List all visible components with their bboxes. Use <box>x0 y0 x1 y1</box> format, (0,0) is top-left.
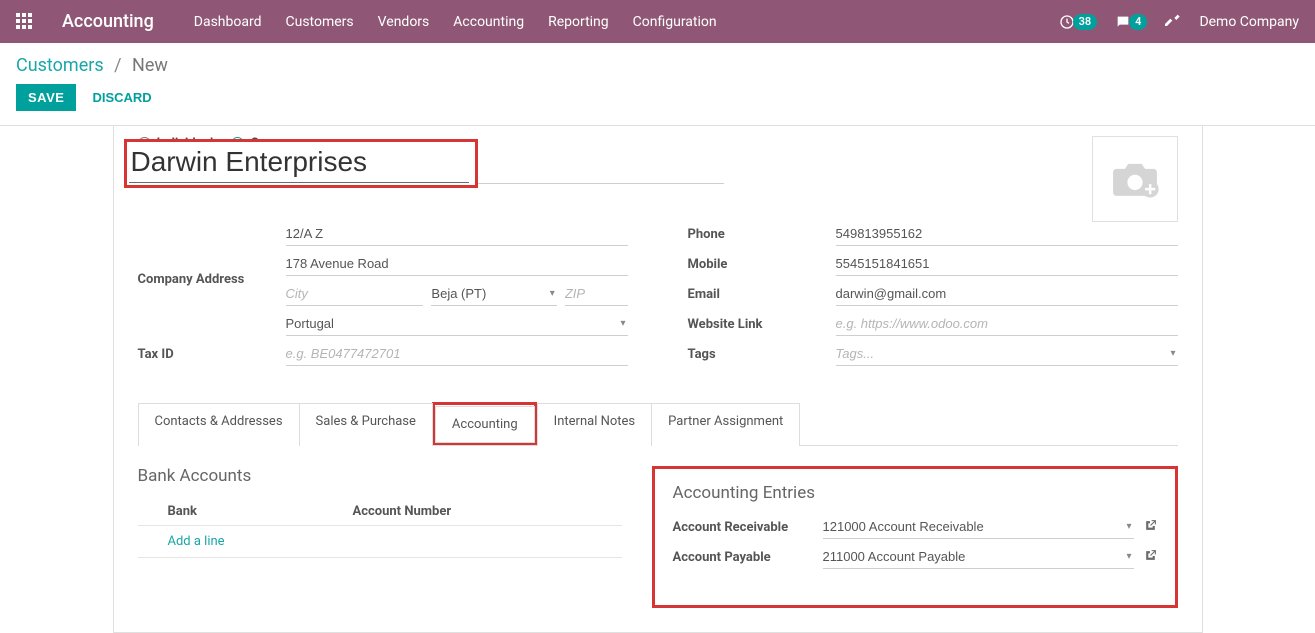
accounting-entries-title: Accounting Entries <box>673 483 1157 503</box>
zip-input[interactable] <box>565 282 628 306</box>
city-input[interactable] <box>286 282 424 306</box>
company-address-label: Company Address <box>138 272 286 287</box>
apps-icon[interactable] <box>16 13 34 31</box>
bank-col-account-number: Account Number <box>353 504 452 519</box>
name-input[interactable] <box>129 142 469 183</box>
account-payable-label: Account Payable <box>673 550 823 565</box>
account-receivable-input[interactable] <box>823 515 1134 539</box>
tags-label: Tags <box>688 347 836 362</box>
activity-button[interactable]: 38 <box>1059 14 1098 30</box>
save-button[interactable]: SAVE <box>16 84 76 111</box>
account-receivable-external[interactable] <box>1144 519 1157 536</box>
breadcrumb-sep: / <box>114 55 121 76</box>
street1-input[interactable] <box>286 222 628 246</box>
messages-button[interactable]: 4 <box>1115 14 1147 30</box>
form-actions: SAVE DISCARD <box>0 80 1315 125</box>
bank-accounts-title: Bank Accounts <box>138 466 622 486</box>
nav-dashboard[interactable]: Dashboard <box>194 14 262 30</box>
bank-table-head: Bank Account Number <box>138 498 622 526</box>
company-switcher[interactable]: Demo Company <box>1199 14 1299 30</box>
left-column: Company Address ▾ ▾ Tax ID <box>138 222 628 372</box>
app-brand[interactable]: Accounting <box>62 11 154 32</box>
external-link-icon <box>1144 549 1157 562</box>
tab-accounting-highlight: Accounting <box>432 402 537 445</box>
breadcrumb-current: New <box>132 55 168 76</box>
nav-configuration[interactable]: Configuration <box>633 14 717 30</box>
tab-contacts[interactable]: Contacts & Addresses <box>138 403 300 446</box>
topbar-right: 38 4 Demo Company <box>1059 12 1299 32</box>
website-label: Website Link <box>688 317 836 332</box>
account-payable-external[interactable] <box>1144 549 1157 566</box>
bank-accounts-section: Bank Accounts Bank Account Number Add a … <box>138 466 622 608</box>
form-sheet: Individual Company Company Address ▾ ▾ <box>113 126 1203 633</box>
email-input[interactable] <box>836 282 1178 306</box>
nav-customers[interactable]: Customers <box>286 14 354 30</box>
debug-button[interactable] <box>1165 12 1181 32</box>
tab-sales[interactable]: Sales & Purchase <box>299 403 433 446</box>
phone-input[interactable] <box>836 222 1178 246</box>
tabs: Contacts & Addresses Sales & Purchase Ac… <box>138 402 1178 446</box>
discard-button[interactable]: DISCARD <box>92 90 151 105</box>
tab-partner[interactable]: Partner Assignment <box>651 403 800 446</box>
street2-input[interactable] <box>286 252 628 276</box>
add-bank-line[interactable]: Add a line <box>138 526 622 558</box>
tags-input[interactable] <box>836 342 1178 366</box>
external-link-icon <box>1144 519 1157 532</box>
state-input[interactable] <box>431 282 556 306</box>
tax-id-input[interactable] <box>286 342 628 366</box>
tab-notes[interactable]: Internal Notes <box>537 403 652 446</box>
breadcrumb-root[interactable]: Customers <box>16 55 104 76</box>
nav-accounting[interactable]: Accounting <box>453 14 524 30</box>
activity-badge: 38 <box>1073 14 1098 30</box>
nav-reporting[interactable]: Reporting <box>548 14 609 30</box>
accounting-entries-highlight: Accounting Entries Account Receivable ▾ … <box>652 466 1178 608</box>
nav-vendors[interactable]: Vendors <box>378 14 430 30</box>
country-input[interactable] <box>286 312 628 336</box>
mobile-input[interactable] <box>836 252 1178 276</box>
email-label: Email <box>688 287 836 302</box>
topbar: Accounting Dashboard Customers Vendors A… <box>0 0 1315 43</box>
account-payable-input[interactable] <box>823 545 1134 569</box>
name-highlight <box>124 139 478 188</box>
mobile-label: Mobile <box>688 257 836 272</box>
photo-upload[interactable] <box>1092 136 1178 222</box>
right-column: Phone Mobile Email Website Link Tags▾ <box>688 222 1178 372</box>
phone-label: Phone <box>688 227 836 242</box>
top-nav: Dashboard Customers Vendors Accounting R… <box>194 14 1059 30</box>
messages-badge: 4 <box>1129 14 1147 30</box>
tab-accounting[interactable]: Accounting <box>435 406 535 443</box>
account-receivable-label: Account Receivable <box>673 520 823 535</box>
wrench-icon <box>1165 12 1181 28</box>
tax-id-label: Tax ID <box>138 347 286 362</box>
camera-icon <box>1108 158 1162 200</box>
website-input[interactable] <box>836 312 1178 336</box>
breadcrumb: Customers / New <box>0 43 1315 80</box>
bank-col-bank: Bank <box>138 504 353 519</box>
